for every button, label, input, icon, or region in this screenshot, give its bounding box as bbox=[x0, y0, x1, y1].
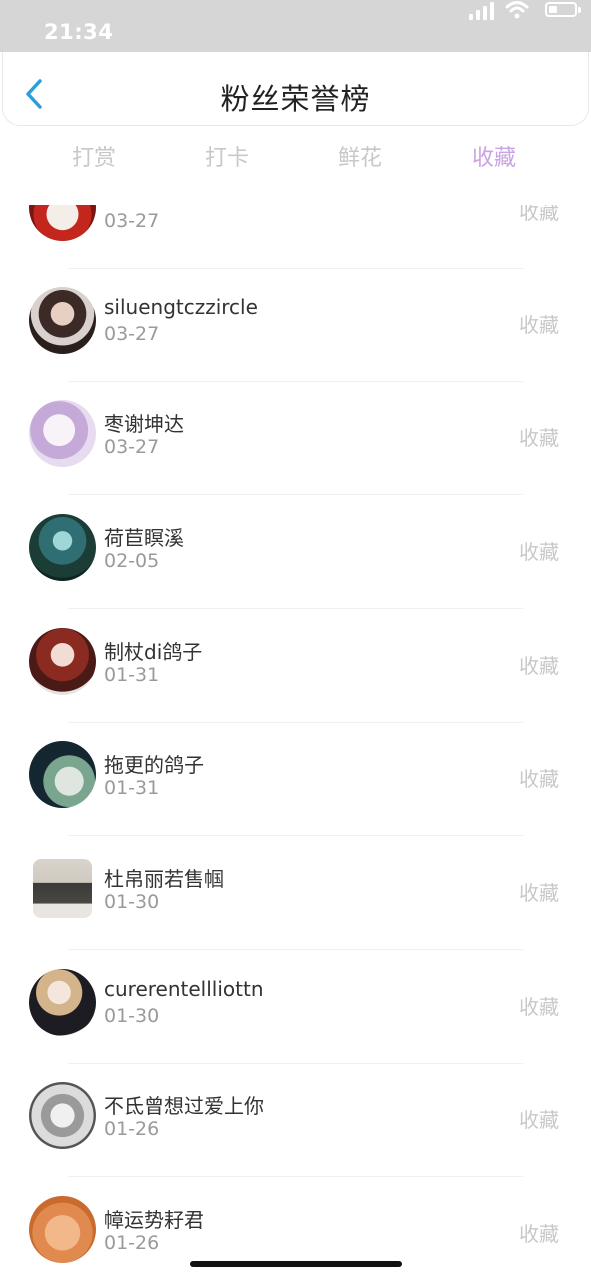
list-item[interactable]: 拖更的鸽子 01-31 收藏 bbox=[0, 723, 591, 836]
avatar bbox=[29, 628, 96, 695]
avatar bbox=[29, 969, 96, 1036]
date: 01-26 bbox=[104, 1118, 160, 1140]
list-item[interactable]: siluengtczzircle 03-27 收藏 bbox=[0, 269, 591, 382]
user-name: curerentellliottn bbox=[104, 977, 264, 1001]
list-item[interactable]: 杜帛丽若售帼 01-30 收藏 bbox=[0, 837, 591, 950]
list-item[interactable]: 制杖di鸽子 01-31 收藏 bbox=[0, 610, 591, 723]
favorite-label: 收藏 bbox=[519, 767, 559, 791]
list-item[interactable]: 03-27 收藏 bbox=[0, 205, 591, 269]
avatar bbox=[29, 1196, 96, 1263]
divider bbox=[68, 494, 523, 495]
divider bbox=[68, 949, 523, 950]
date: 01-31 bbox=[104, 664, 160, 686]
date: 03-27 bbox=[104, 323, 160, 345]
divider bbox=[68, 608, 523, 609]
status-bar: 21:34 bbox=[0, 0, 591, 52]
user-name: 枣谢坤达 bbox=[104, 412, 184, 436]
user-name: 荷苣瞑溪 bbox=[104, 526, 184, 550]
date: 03-27 bbox=[104, 436, 160, 458]
avatar bbox=[33, 859, 92, 918]
avatar bbox=[29, 741, 96, 808]
avatar bbox=[29, 287, 96, 354]
list-item[interactable]: 荷苣瞑溪 02-05 收藏 bbox=[0, 496, 591, 609]
list-item[interactable]: 不氐曾想过爱上你 01-26 收藏 bbox=[0, 1064, 591, 1177]
tab-tip[interactable]: 打赏 bbox=[34, 140, 154, 172]
user-name: 拖更的鸽子 bbox=[104, 753, 204, 777]
favorite-label: 收藏 bbox=[519, 1108, 559, 1132]
avatar bbox=[29, 400, 96, 467]
date: 01-30 bbox=[104, 1005, 160, 1027]
date: 01-31 bbox=[104, 777, 160, 799]
favorite-label: 收藏 bbox=[519, 540, 559, 564]
date: 01-30 bbox=[104, 891, 160, 913]
favorite-label: 收藏 bbox=[519, 426, 559, 450]
user-name: 幛运势耔君 bbox=[104, 1208, 204, 1232]
divider bbox=[68, 835, 523, 836]
divider bbox=[68, 1176, 523, 1177]
user-name: 不氐曾想过爱上你 bbox=[104, 1094, 264, 1118]
favorite-label: 收藏 bbox=[519, 313, 559, 337]
status-time: 21:34 bbox=[44, 20, 114, 44]
favorite-label: 收藏 bbox=[519, 1222, 559, 1246]
page-title: 粉丝荣誉榜 bbox=[220, 82, 371, 116]
user-name: 杜帛丽若售帼 bbox=[104, 867, 224, 891]
favorite-label: 收藏 bbox=[519, 654, 559, 678]
avatar bbox=[29, 514, 96, 581]
tab-flowers[interactable]: 鲜花 bbox=[300, 140, 420, 172]
signal-icon bbox=[469, 2, 497, 20]
header: 粉丝荣誉榜 bbox=[2, 52, 589, 126]
battery-icon bbox=[545, 2, 581, 17]
date: 03-27 bbox=[104, 210, 160, 232]
avatar bbox=[29, 205, 96, 241]
home-indicator[interactable] bbox=[190, 1261, 402, 1267]
favorite-label: 收藏 bbox=[519, 205, 559, 224]
wifi-icon bbox=[505, 1, 529, 19]
user-name: 制杖di鸽子 bbox=[104, 640, 203, 664]
user-name: siluengtczzircle bbox=[104, 295, 258, 319]
list-item[interactable]: curerentellliottn 01-30 收藏 bbox=[0, 951, 591, 1064]
date: 01-26 bbox=[104, 1232, 160, 1254]
list-item[interactable]: 枣谢坤达 03-27 收藏 bbox=[0, 382, 591, 495]
fan-list: 03-27 收藏 siluengtczzircle 03-27 收藏 枣谢坤达 … bbox=[0, 205, 591, 1280]
tab-favorites[interactable]: 收藏 bbox=[434, 140, 554, 172]
date: 02-05 bbox=[104, 550, 160, 572]
favorite-label: 收藏 bbox=[519, 995, 559, 1019]
tab-checkin[interactable]: 打卡 bbox=[167, 140, 287, 172]
avatar bbox=[29, 1082, 96, 1149]
tab-bar: 打赏 打卡 鲜花 收藏 bbox=[0, 140, 591, 180]
favorite-label: 收藏 bbox=[519, 881, 559, 905]
